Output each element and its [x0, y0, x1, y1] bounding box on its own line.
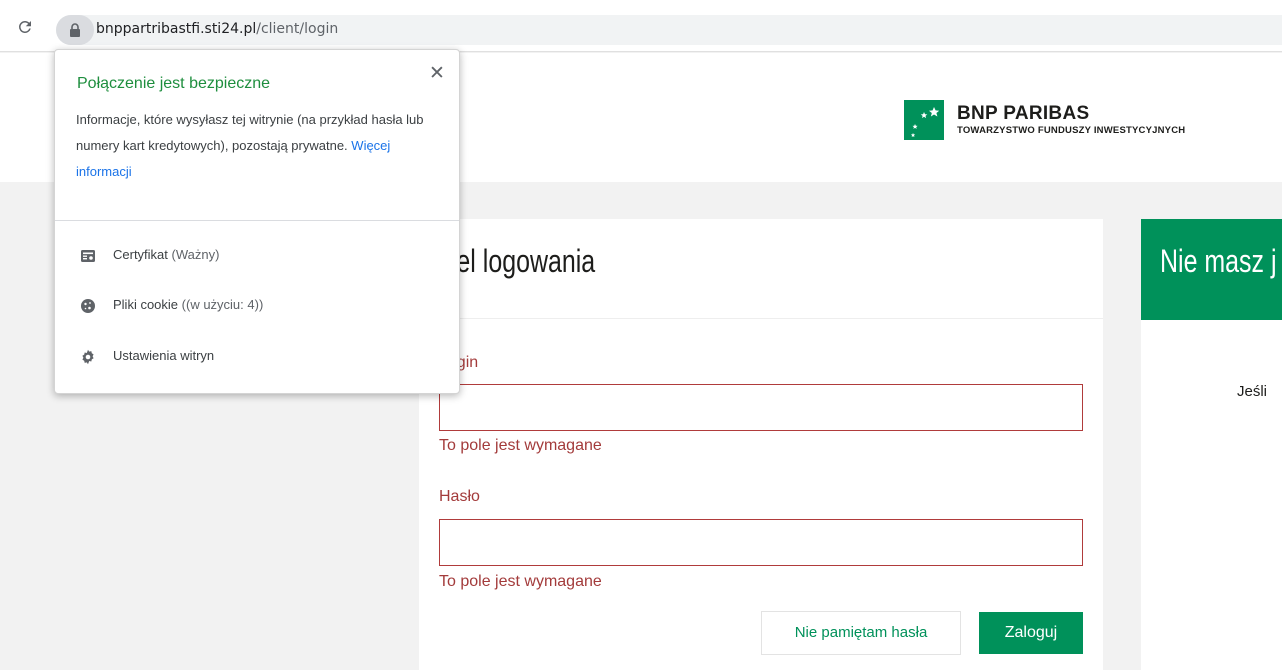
- certificate-row[interactable]: Certyfikat (Ważny): [55, 236, 459, 276]
- popup-title: Połączenie jest bezpieczne: [77, 75, 271, 92]
- password-label: Hasło: [439, 488, 480, 505]
- site-settings-label: Ustawienia witryn: [113, 348, 215, 363]
- certificate-label: Certyfikat (Ważny): [113, 247, 219, 262]
- brand-subtitle: TOWARZYSTWO FUNDUSZY INWESTYCYJNYCH: [957, 125, 1186, 136]
- site-security-popup: Połączenie jest bezpieczne ✕ Informacje,…: [54, 49, 460, 394]
- gear-icon: [82, 349, 94, 365]
- certificate-status: (Ważny): [171, 247, 220, 262]
- cookies-row[interactable]: Pliki cookie ((w użyciu: 4)): [55, 286, 459, 326]
- cookies-label: Pliki cookie ((w użyciu: 4)): [113, 297, 263, 312]
- login-button[interactable]: Zaloguj: [979, 612, 1083, 654]
- password-error: To pole jest wymagane: [439, 573, 602, 590]
- cookies-count: ((w użyciu: 4)): [181, 297, 264, 312]
- password-input[interactable]: [439, 519, 1083, 566]
- url-path: /client/login: [256, 21, 339, 37]
- bnp-logo-icon[interactable]: [904, 100, 944, 140]
- register-title: Nie masz j: [1160, 243, 1277, 279]
- popup-divider: [55, 220, 459, 221]
- url-host: bnppartribastfi.sti24.pl: [96, 21, 257, 37]
- brand-name: BNP PARIBAS: [957, 103, 1090, 124]
- cookie-icon: [81, 299, 95, 313]
- forgot-password-button[interactable]: Nie pamiętam hasła: [761, 611, 961, 655]
- certificate-label-text: Certyfikat: [113, 247, 168, 262]
- cookies-label-text: Pliki cookie: [113, 297, 179, 312]
- card-divider: [419, 318, 1103, 319]
- close-icon[interactable]: ✕: [427, 64, 447, 84]
- popup-description: Informacje, które wysyłasz tej witrynie …: [76, 107, 436, 185]
- site-settings-row[interactable]: Ustawienia witryn: [55, 337, 459, 377]
- url-text[interactable]: bnppartribastfi.sti24.pl/client/login: [96, 21, 338, 37]
- register-text: Jeśli: [1237, 383, 1268, 400]
- register-banner: Nie masz j: [1141, 219, 1282, 320]
- reload-icon[interactable]: [16, 18, 34, 36]
- browser-address-bar: bnppartribastfi.sti24.pl/client/login: [0, 0, 1282, 52]
- certificate-icon: [81, 250, 95, 262]
- login-input[interactable]: [439, 384, 1083, 431]
- login-error: To pole jest wymagane: [439, 437, 602, 454]
- lock-icon[interactable]: [67, 22, 83, 38]
